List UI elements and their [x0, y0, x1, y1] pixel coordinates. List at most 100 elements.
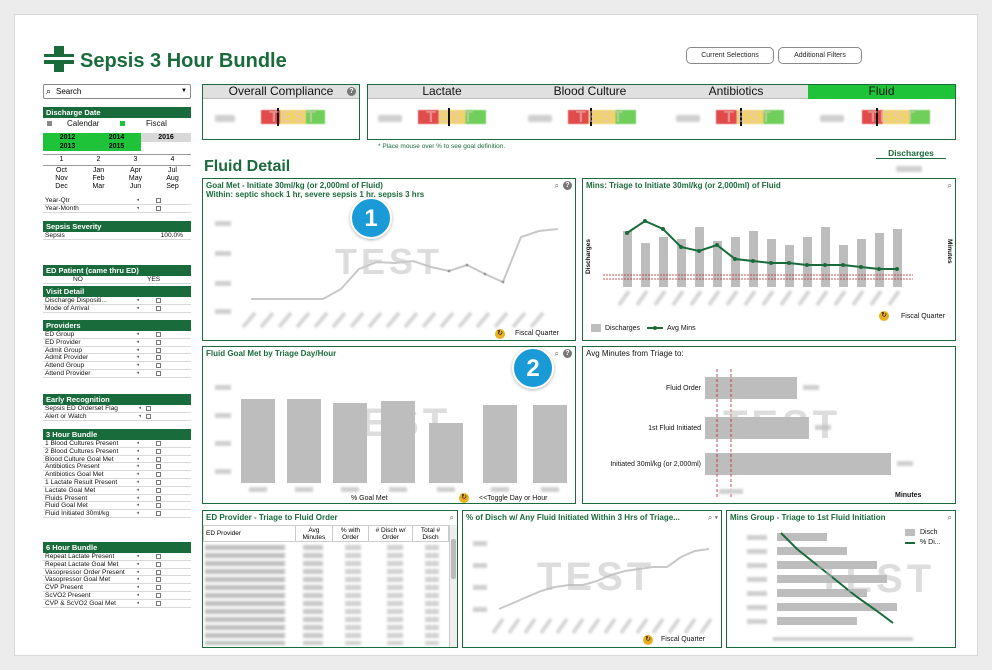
tab-blood-culture[interactable]: Blood Culture — [516, 85, 664, 98]
mins-group-panel: Mins Group - Triage to 1st Fluid Initiat… — [726, 510, 956, 648]
providers-header: Providers — [43, 320, 191, 331]
callout-marker-2: 2 — [512, 347, 554, 389]
bundle3-filter-row[interactable]: Fluids Present ◂ — [43, 495, 191, 503]
year-2012[interactable]: 2012 — [43, 133, 92, 142]
mins-triage-chart-panel: Mins: Triage to Initiate 30ml/kg (or 2,0… — [582, 178, 956, 341]
initiated-30ml-label: Initiated 30ml/kg (or 2,000ml) — [610, 461, 701, 468]
bundle6-filter-row[interactable]: ScVO2 Present ◂ — [43, 592, 191, 600]
table-rows-blurred — [203, 543, 449, 647]
early-filter-row[interactable]: Sepsis ED Orderset Flag ◂ — [43, 405, 191, 413]
bundle6-filter-row[interactable]: Vasopressor Goal Met ◂ — [43, 576, 191, 585]
ed-provider-table-title: ED Provider - Triage to Fluid Order — [206, 513, 338, 522]
bundle6-filter-row[interactable]: CVP & ScVO2 Goal Met ◂ — [43, 600, 191, 608]
bundle3-filter-row[interactable]: Antibiotics Goal Met ◂ — [43, 471, 191, 479]
month-may[interactable]: May — [117, 175, 154, 183]
col-total-disch[interactable]: Total # Disch — [412, 525, 449, 542]
cycle-icon[interactable]: ↻ — [495, 329, 505, 339]
year-2016[interactable]: 2016 — [141, 133, 191, 142]
toggle-day-hour-link[interactable]: <<Toggle Day or Hour — [479, 495, 547, 502]
month-jun[interactable]: Jun — [117, 183, 154, 191]
legend-disch: Disch — [920, 529, 938, 536]
first-fluid-label: 1st Fluid Initiated — [648, 425, 701, 432]
sepsis-severity-row[interactable]: Sepsis 100.0% — [43, 232, 191, 240]
calendar-radio[interactable] — [47, 121, 52, 126]
visit-filter-row[interactable]: Discharge Dispositi... ◂ — [43, 297, 191, 305]
quarter-2[interactable]: 2 — [80, 156, 117, 164]
year-2015[interactable]: 2015 — [92, 142, 141, 151]
fiscal-label: Fiscal — [146, 119, 167, 128]
year-qtr-filter[interactable]: Year-Qtr ◂ — [43, 197, 191, 205]
goal-note: * Place mouse over % to see goal definit… — [378, 143, 506, 150]
tab-lactate[interactable]: Lactate — [368, 85, 516, 98]
legend-discharges: Discharges — [605, 325, 641, 332]
col-ed-provider[interactable]: ED Provider — [203, 525, 296, 542]
bundle6-filter-row[interactable]: CVP Present ◂ — [43, 584, 191, 592]
cycle-icon[interactable]: ↻ — [643, 635, 653, 645]
legend-pct-disch: % Di... — [920, 539, 941, 546]
bundle6-filter-row[interactable]: Repeat Lactate Goal Met ◂ — [43, 561, 191, 569]
tab-antibiotics[interactable]: Antibiotics — [664, 85, 808, 98]
month-sep[interactable]: Sep — [154, 183, 191, 191]
bundle3-filter-row[interactable]: Antibiotics Present ◂ — [43, 463, 191, 472]
goal-met-x-label: Fiscal Quarter — [515, 330, 559, 337]
early-recognition-header: Early Recognition — [43, 394, 191, 405]
month-oct[interactable]: Oct — [43, 167, 80, 175]
help-icon[interactable]: ? — [347, 87, 356, 96]
bundle6-filter-row[interactable]: Repeat Lactate Present ◂ — [43, 553, 191, 561]
bundle3-filter-row[interactable]: Fluid Initiated 30ml/kg ◂ — [43, 510, 191, 518]
callout-marker-1: 1 — [350, 197, 392, 239]
additional-filters-button[interactable]: Additional Filters — [778, 47, 862, 64]
overall-compliance-panel[interactable]: Overall Compliance ? TEST — [202, 84, 360, 140]
chevron-down-icon: ▼ — [181, 88, 187, 94]
bundle3-filter-row[interactable]: Fluid Goal Met ◂ — [43, 502, 191, 511]
month-mar[interactable]: Mar — [80, 183, 117, 191]
tab-fluid[interactable]: Fluid — [808, 85, 955, 99]
quarter-3[interactable]: 3 — [117, 156, 154, 164]
bundle3-filter-row[interactable]: Blood Culture Goal Met ◂ — [43, 456, 191, 464]
month-jul[interactable]: Jul — [154, 167, 191, 175]
provider-filter-row[interactable]: Admit Group ◂ — [43, 347, 191, 355]
clear-icon[interactable]: ⌕ — [450, 513, 454, 523]
minutes-axis-label: Minutes — [895, 492, 922, 499]
test-watermark: TEST — [537, 555, 656, 599]
month-feb[interactable]: Feb — [80, 175, 117, 183]
provider-filter-row[interactable]: ED Provider ◂ — [43, 339, 191, 347]
search-input[interactable]: ⌕ Search ▼ — [43, 84, 191, 99]
month-dec[interactable]: Dec — [43, 183, 80, 191]
goal-met-chart-panel: Goal Met - Initiate 30ml/kg (or 2,000ml … — [202, 178, 576, 341]
year-2013[interactable]: 2013 — [43, 142, 92, 151]
bundle6-filter-row[interactable]: Vasopressor Order Present ◂ — [43, 569, 191, 577]
month-aug[interactable]: Aug — [154, 175, 191, 183]
col-pct-with-order[interactable]: % with Order — [331, 525, 370, 542]
year-2014[interactable]: 2014 — [92, 133, 141, 142]
month-jan[interactable]: Jan — [80, 167, 117, 175]
bundle3-filter-row[interactable]: 1 Lactate Result Present ◂ — [43, 479, 191, 487]
test-watermark: TEST — [269, 109, 318, 126]
provider-filter-row[interactable]: Admit Provider ◂ — [43, 354, 191, 363]
early-filter-row[interactable]: Alert or Watch ◂ — [43, 413, 191, 421]
bundle3-filter-row[interactable]: 2 Blood Cultures Present ◂ — [43, 448, 191, 456]
col-avg-minutes[interactable]: Avg Minutes — [295, 525, 333, 542]
year-month-filter[interactable]: Year-Month ◂ — [43, 205, 191, 213]
provider-filter-row[interactable]: ED Group ◂ — [43, 331, 191, 339]
month-apr[interactable]: Apr — [117, 167, 154, 175]
table-scrollbar[interactable] — [449, 525, 457, 647]
overall-compliance-title: Overall Compliance — [203, 85, 359, 99]
provider-filter-row[interactable]: Attend Provider ◂ — [43, 370, 191, 378]
cycle-icon[interactable]: ↻ — [879, 311, 889, 321]
quarter-4[interactable]: 4 — [154, 156, 191, 164]
quarter-1[interactable]: 1 — [43, 156, 80, 164]
fluid-order-label: Fluid Order — [665, 385, 701, 392]
bundle3-filter-row[interactable]: Lactate Goal Met ◂ — [43, 487, 191, 495]
month-nov[interactable]: Nov — [43, 175, 80, 183]
toggle-icon[interactable]: ↻ — [459, 493, 469, 503]
ed-patient-options[interactable]: NO YES — [43, 276, 191, 284]
bundle-3-hour-header: 3 Hour Bundle — [43, 429, 191, 440]
provider-filter-row[interactable]: Attend Group ◂ — [43, 362, 191, 370]
discharges-link[interactable]: Discharges — [876, 148, 946, 159]
bundle3-filter-row[interactable]: 1 Blood Cultures Present ◂ — [43, 440, 191, 448]
visit-filter-row[interactable]: Mode of Arrival ◂ — [43, 305, 191, 313]
col-disch-with-order[interactable]: # Disch w/ Order — [368, 525, 414, 542]
fiscal-radio[interactable] — [120, 121, 125, 126]
current-selections-button[interactable]: Current Selections — [686, 47, 774, 64]
